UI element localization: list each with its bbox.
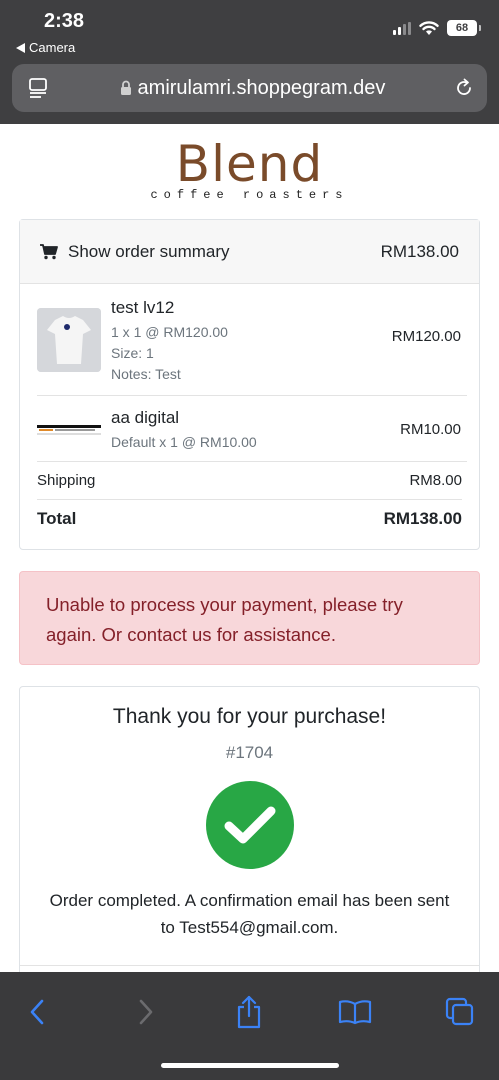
- line-item: aa digital Default x 1 @ RM10.00 RM10.00: [37, 396, 467, 462]
- reader-mode-icon: [29, 78, 47, 98]
- page-content: Blend coffee roasters Show order summary…: [0, 124, 499, 972]
- tabs-button[interactable]: [438, 990, 482, 1034]
- order-summary-card: Show order summary RM138.00 test lv12 1 …: [19, 219, 480, 550]
- status-icons: 68: [393, 20, 481, 36]
- order-summary-toggle[interactable]: Show order summary RM138.00: [20, 220, 479, 284]
- item-name: aa digital: [111, 408, 180, 427]
- product-image: [37, 308, 101, 372]
- share-button[interactable]: [227, 990, 271, 1034]
- tabs-icon: [445, 997, 474, 1026]
- item-price: RM120.00: [391, 328, 461, 345]
- lock-icon: [120, 80, 131, 95]
- cart-icon: [40, 243, 58, 260]
- reload-icon: [457, 78, 471, 95]
- total-row: Total RM138.00: [37, 500, 462, 538]
- bookmarks-button[interactable]: [333, 990, 377, 1034]
- brand-name: Blend: [175, 135, 324, 193]
- checkmark-icon: [205, 781, 294, 869]
- item-size: Size: 1: [111, 345, 154, 361]
- chevron-left-icon: [30, 999, 44, 1025]
- url-bar[interactable]: amirulamri.shoppegram.dev: [12, 64, 487, 112]
- back-button[interactable]: [15, 990, 59, 1034]
- product-image: [37, 423, 101, 435]
- chevron-right-icon: [139, 999, 153, 1025]
- item-price: RM10.00: [400, 421, 461, 438]
- browser-chrome: 2:38 Camera 68 amirulamri.shoppegram.dev: [0, 0, 499, 124]
- item-quantity: Default x 1 @ RM10.00: [111, 434, 257, 450]
- back-app-label: Camera: [29, 40, 76, 55]
- payment-error-alert: Unable to process your payment, please t…: [19, 571, 480, 665]
- total-label: Total: [37, 509, 77, 528]
- item-quantity: 1 x 1 @ RM120.00: [111, 324, 228, 340]
- shipping-label: Shipping: [37, 472, 96, 489]
- home-indicator: [161, 1063, 339, 1068]
- brand-tagline: coffee roasters: [150, 188, 349, 202]
- url-text: amirulamri.shoppegram.dev: [137, 76, 386, 99]
- reader-mode-button[interactable]: [12, 64, 64, 112]
- order-number: #1704: [225, 743, 274, 762]
- battery-icon: 68: [447, 20, 481, 36]
- share-icon: [237, 995, 261, 1029]
- forward-button[interactable]: [124, 990, 168, 1034]
- brand-logo[interactable]: Blend coffee roasters: [0, 136, 499, 202]
- order-summary-label: Show order summary: [68, 241, 230, 261]
- wifi-icon: [419, 20, 439, 35]
- shipping-value: RM8.00: [409, 472, 462, 489]
- signal-icon: [393, 21, 411, 35]
- confirmation-card: Thank you for your purchase! #1704 Order…: [19, 686, 480, 972]
- total-value: RM138.00: [383, 509, 462, 528]
- reload-button[interactable]: [441, 64, 487, 112]
- back-arrow-icon: [16, 42, 25, 53]
- item-notes: Notes: Test: [111, 366, 181, 382]
- card-divider: [20, 965, 479, 966]
- status-time: 2:38: [44, 10, 85, 32]
- bookmarks-icon: [338, 1000, 372, 1025]
- back-to-app-button[interactable]: Camera: [16, 40, 75, 55]
- item-name: test lv12: [111, 298, 175, 317]
- line-item: test lv12 1 x 1 @ RM120.00 Size: 1 Notes…: [37, 284, 467, 396]
- confirmation-message: Order completed. A confirmation email ha…: [49, 891, 450, 937]
- order-summary-total: RM138.00: [380, 241, 459, 261]
- confirmation-title: Thank you for your purchase!: [112, 705, 387, 728]
- shipping-row: Shipping RM8.00: [37, 462, 462, 500]
